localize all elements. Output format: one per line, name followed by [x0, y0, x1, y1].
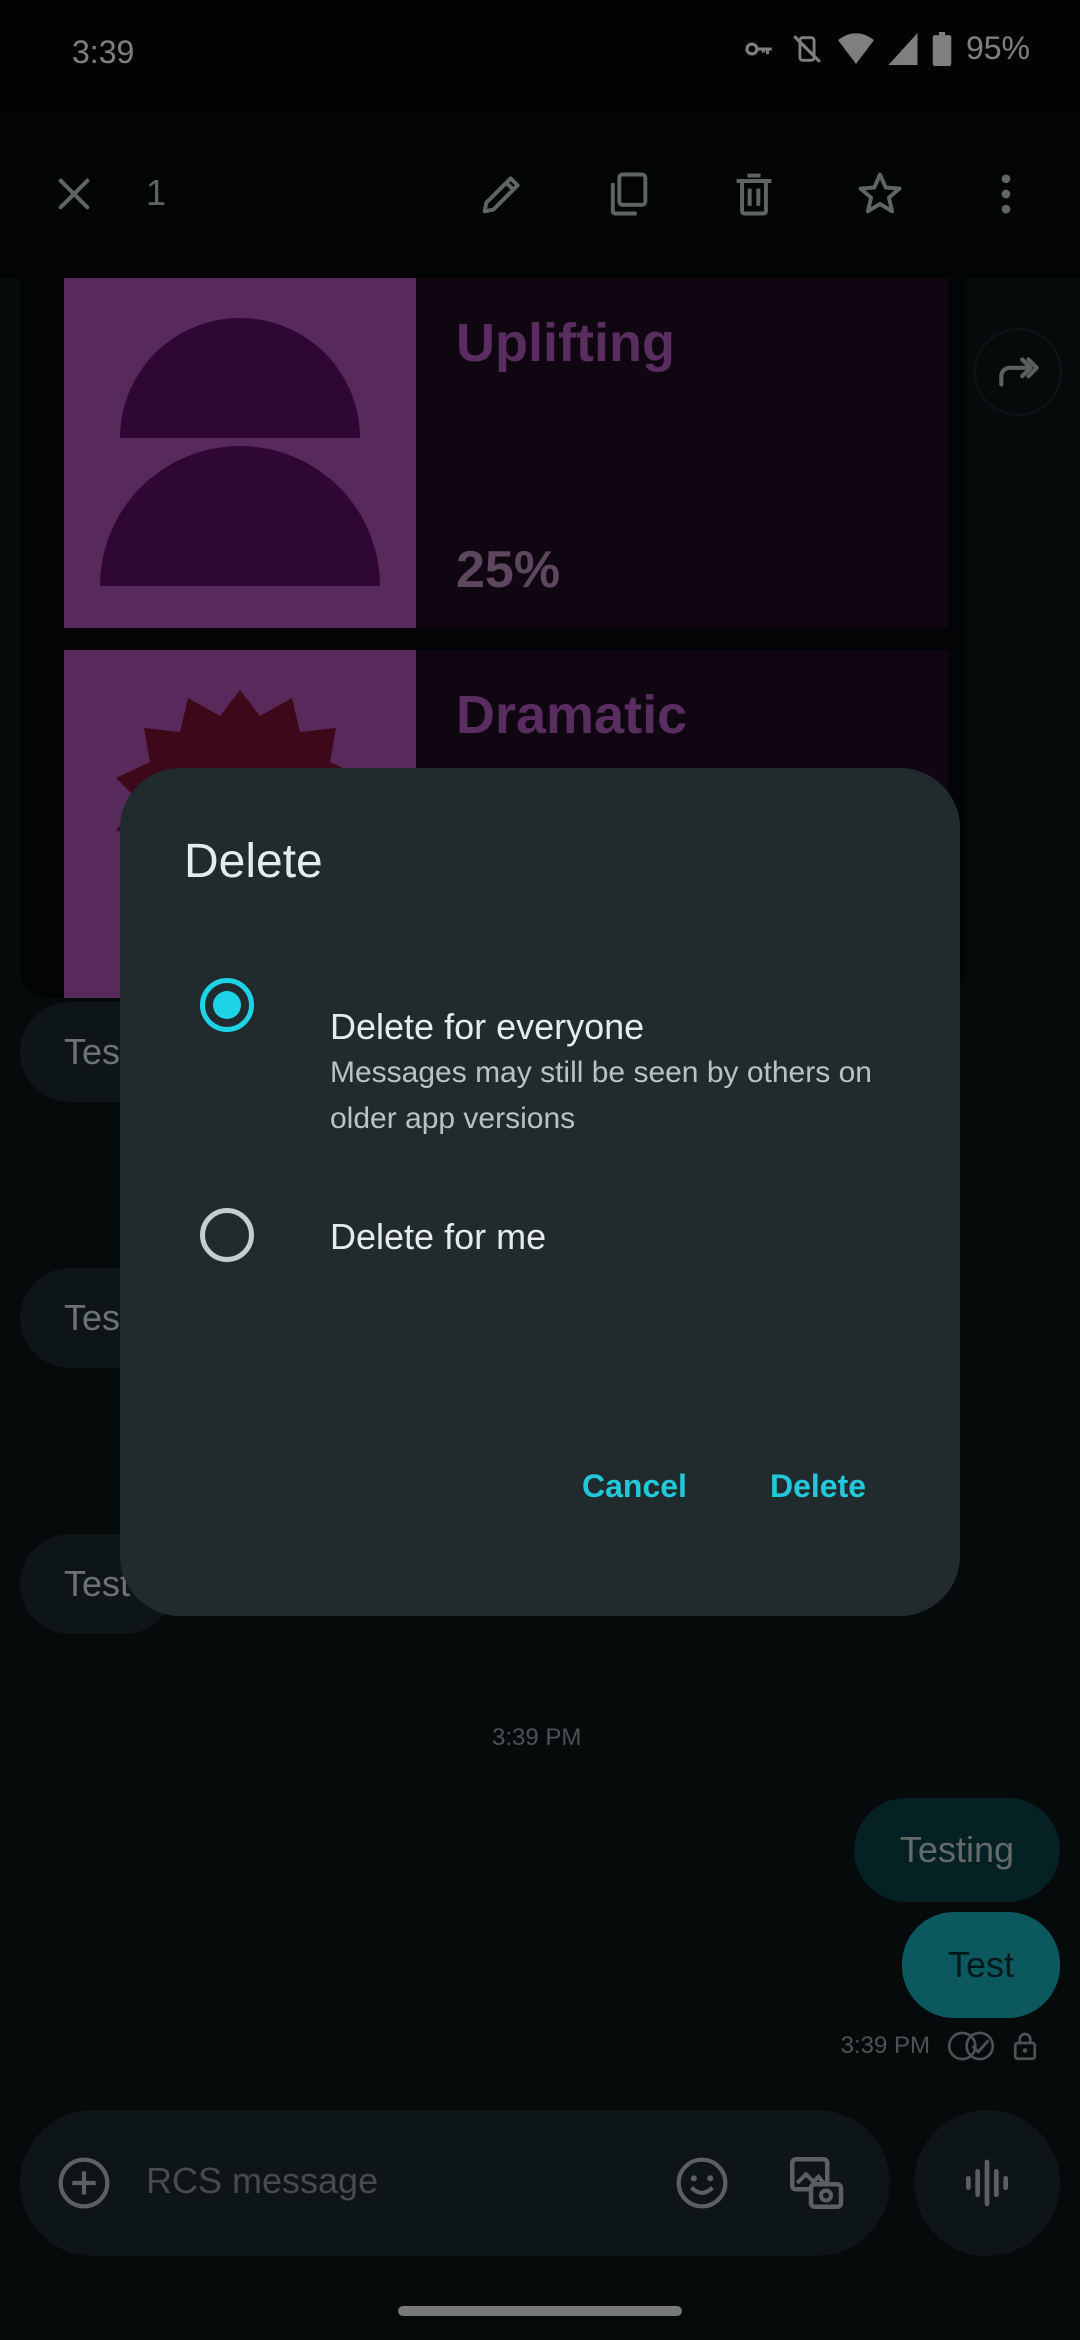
forward-button[interactable] — [974, 328, 1062, 416]
gallery-button[interactable] — [780, 2147, 852, 2219]
dialog-title: Delete — [184, 835, 323, 888]
status-bar: 3:39 95% — [0, 0, 1080, 110]
more-options-button[interactable] — [972, 160, 1040, 228]
delete-dialog: Delete Delete for everyone Messages may … — [120, 768, 960, 1616]
close-icon — [58, 178, 90, 210]
attach-button[interactable] — [48, 2147, 120, 2219]
cell-signal-icon — [888, 32, 918, 65]
message-input[interactable]: RCS message — [146, 2160, 378, 2202]
star-icon — [858, 172, 902, 214]
copy-icon — [610, 172, 648, 216]
add-circle-icon — [58, 2157, 110, 2209]
sent-time: 3:39 PM — [840, 2032, 930, 2059]
voice-waveform-icon — [966, 2159, 1008, 2207]
status-time: 3:39 — [72, 34, 135, 70]
radio-unselected-icon[interactable] — [200, 1208, 254, 1262]
message-composer: RCS message — [20, 2110, 890, 2256]
option-title: Delete for everyone — [330, 1006, 645, 1047]
outgoing-message-bubble[interactable]: Test — [901, 1912, 1060, 2018]
close-selection-button[interactable] — [40, 160, 108, 228]
wifi-icon — [837, 32, 874, 64]
message-timestamp: 3:39 PM — [492, 1724, 582, 1751]
option-subtitle: Messages may still be seen by others on … — [330, 1056, 872, 1135]
outgoing-message-bubble[interactable]: Testing — [853, 1798, 1060, 1902]
delete-button[interactable] — [720, 160, 788, 228]
selected-count: 1 — [146, 172, 167, 213]
uplifting-shape-icon — [100, 318, 380, 586]
vpn-key-icon — [745, 41, 772, 56]
cancel-button[interactable]: Cancel — [582, 1468, 687, 1505]
copy-button[interactable] — [594, 160, 662, 228]
edit-button[interactable] — [468, 160, 536, 228]
voice-message-button[interactable] — [914, 2110, 1060, 2256]
uplifting-illustration — [64, 278, 416, 628]
sent-status: 3:39 PM — [841, 2030, 1038, 2062]
poll-option-title: Dramatic — [456, 685, 688, 745]
edit-icon — [482, 176, 520, 214]
encrypted-lock-icon — [1013, 2032, 1037, 2061]
confirm-delete-button[interactable]: Delete — [770, 1468, 866, 1505]
poll-option-info: Uplifting 25% — [416, 278, 948, 628]
selection-action-bar: 1 — [0, 110, 1080, 278]
gallery-icon — [790, 2157, 844, 2209]
vibrate-off-icon — [793, 34, 821, 63]
status-icons: 95% — [742, 30, 1030, 67]
battery-percent: 95% — [965, 30, 1030, 66]
delete-for-me-option[interactable]: Delete for me — [120, 1208, 960, 1328]
delete-for-everyone-option[interactable]: Delete for everyone Messages may still b… — [120, 888, 960, 1135]
forward-icon — [999, 357, 1039, 387]
delete-icon — [736, 173, 772, 216]
emoji-button[interactable] — [666, 2147, 738, 2219]
battery-icon — [932, 31, 952, 66]
poll-option-card[interactable]: Uplifting 25% — [64, 278, 948, 628]
poll-option-title: Uplifting — [456, 313, 675, 373]
poll-option-percent: 25% — [456, 541, 561, 599]
star-button[interactable] — [846, 160, 914, 228]
more-icon — [1001, 174, 1011, 214]
read-receipt-icon — [947, 2031, 995, 2061]
radio-selected-icon[interactable] — [200, 978, 254, 1032]
emoji-icon — [676, 2157, 728, 2209]
gesture-nav-handle[interactable] — [398, 2306, 682, 2316]
option-title: Delete for me — [330, 1216, 547, 1257]
